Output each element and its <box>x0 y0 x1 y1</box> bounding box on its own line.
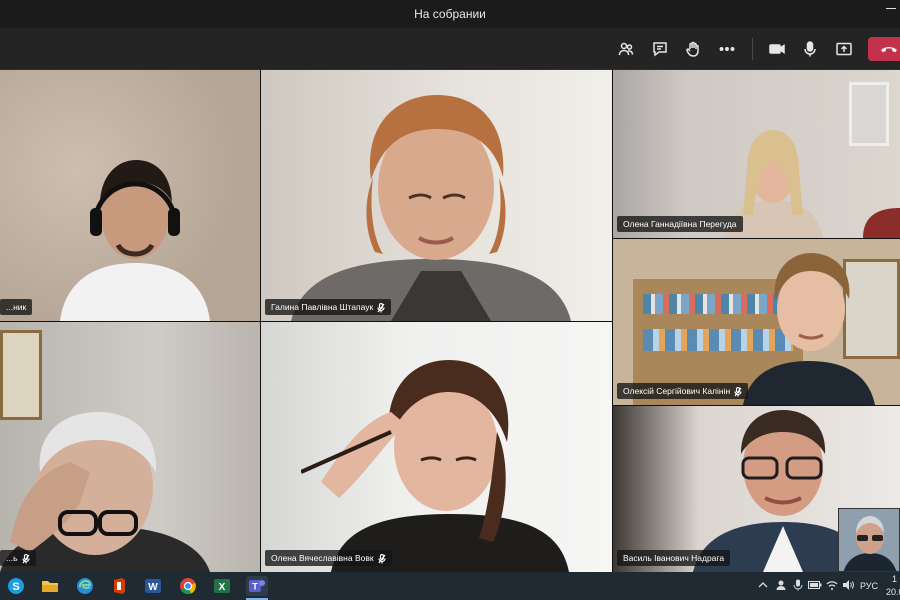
video-tile-participant[interactable]: ...ник <box>0 70 260 321</box>
toolbar-divider <box>752 38 753 60</box>
excel-icon[interactable]: X <box>212 576 232 596</box>
video-tile-participant[interactable]: Олексій Сергійович Калінін <box>613 239 900 405</box>
title-bar: На собрании <box>0 0 900 28</box>
hang-up-icon <box>881 47 897 53</box>
svg-text:S: S <box>12 581 19 593</box>
volume-icon[interactable] <box>842 579 854 593</box>
office-icon[interactable] <box>109 576 129 596</box>
self-view-video[interactable] <box>838 508 900 572</box>
svg-text:W: W <box>148 582 158 593</box>
meeting-toolbar <box>0 28 900 70</box>
chevron-up-icon[interactable] <box>758 580 768 590</box>
word-icon[interactable]: W <box>143 576 163 596</box>
participant-name-label: Олена Вячеславівна Вовк <box>265 550 392 566</box>
file-explorer-icon[interactable] <box>40 576 60 596</box>
share-screen-icon[interactable] <box>834 39 854 59</box>
microphone-icon[interactable] <box>800 39 820 59</box>
participant-name-label: Василь Іванович Надрага <box>617 550 731 566</box>
video-stage: ...ник Галина Павлівна Штапаук Олена Ган… <box>0 70 900 572</box>
hang-up-button[interactable] <box>868 37 900 61</box>
video-tile-participant[interactable]: Олена Ганнадіївна Перегуда <box>613 70 900 238</box>
video-tile-participant[interactable]: Олена Вячеславівна Вовк <box>261 322 612 572</box>
participants-icon[interactable] <box>616 39 636 59</box>
participant-name-label: ...ник <box>0 299 33 315</box>
language-indicator[interactable]: РУС <box>860 581 878 591</box>
svg-text:T: T <box>252 582 258 592</box>
minimize-button[interactable] <box>886 8 896 9</box>
microphone-icon <box>21 553 30 564</box>
edge-icon[interactable] <box>75 576 95 596</box>
participant-name-label: Олена Ганнадіївна Перегуда <box>617 216 743 232</box>
microphone-icon <box>734 386 742 397</box>
clock-date[interactable]: 20.0 <box>886 587 900 597</box>
person-icon[interactable] <box>775 579 787 593</box>
window-title: На собрании <box>414 7 486 21</box>
wifi-icon[interactable] <box>826 579 838 593</box>
clock-time[interactable]: 1 <box>892 574 897 584</box>
svg-text:X: X <box>219 582 226 593</box>
chrome-icon[interactable] <box>178 576 198 596</box>
raise-hand-icon[interactable] <box>683 39 703 59</box>
microphone-tray-icon[interactable] <box>793 579 803 593</box>
windows-taskbar: S W X T РУС 1 20. <box>0 572 900 600</box>
more-actions-icon[interactable] <box>717 39 737 59</box>
video-tile-participant[interactable]: Галина Павлівна Штапаук <box>261 70 612 321</box>
battery-icon[interactable] <box>808 580 822 592</box>
participant-name-label: Галина Павлівна Штапаук <box>265 299 392 315</box>
chat-icon[interactable] <box>650 39 670 59</box>
microphone-icon <box>377 302 385 313</box>
camera-icon[interactable] <box>767 39 787 59</box>
participant-name-label: ...ь <box>0 550 36 566</box>
participant-name-label: Олексій Сергійович Калінін <box>617 383 749 399</box>
skype-icon[interactable]: S <box>6 576 26 596</box>
video-tile-participant[interactable]: ...ь <box>0 322 260 572</box>
teams-icon[interactable]: T <box>246 576 268 596</box>
microphone-icon <box>377 553 386 564</box>
